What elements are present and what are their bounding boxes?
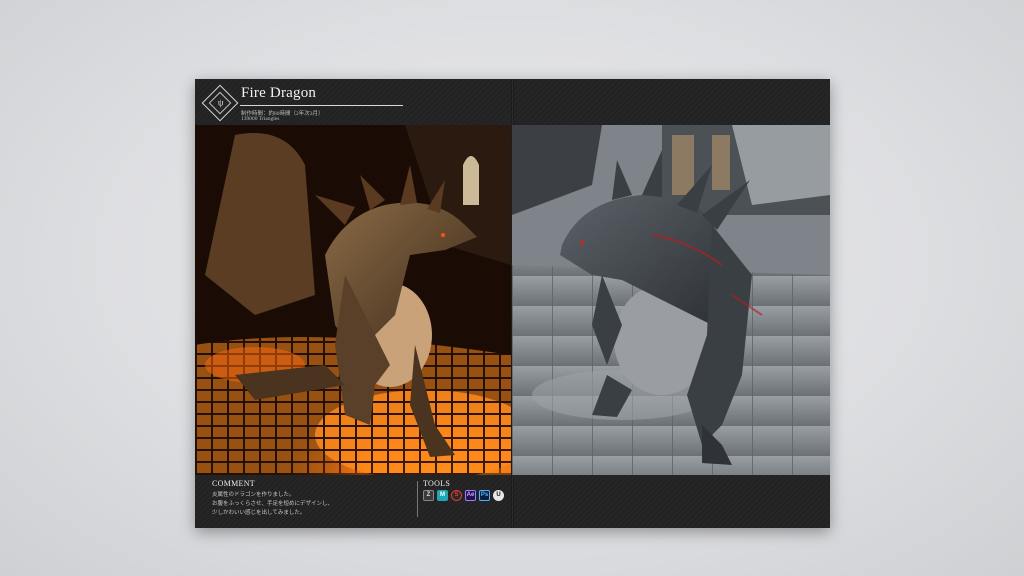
substance-painter-icon: S	[451, 490, 462, 501]
stone-dragon-image	[512, 125, 830, 475]
diamond-logo-icon: ψ	[201, 84, 239, 122]
photoshop-icon: Ps	[479, 490, 490, 501]
tools-heading: TOOLS	[423, 479, 451, 488]
comment-line-3: 少しかわいい感じを出してみました。	[212, 510, 306, 516]
maya-icon: M	[437, 490, 448, 501]
tools-list: Z M S Ae Ps U	[423, 490, 504, 502]
page-title: Fire Dragon	[241, 85, 317, 101]
logo-inner-frame: ψ	[208, 91, 232, 115]
page-footer: COMMENT 炎属性のドラゴンを作りました。 お腹をふっくらさせ、手足を短めに…	[195, 475, 830, 528]
triangle-count: 139000 Triangles	[241, 116, 280, 122]
comment-line-1: 炎属性のドラゴンを作りました。	[212, 492, 295, 498]
tools-divider	[417, 481, 418, 517]
title-underline	[240, 105, 403, 106]
zbrush-icon: Z	[423, 490, 434, 501]
fire-dragon-image	[195, 125, 511, 475]
page-header: ψ Fire Dragon 制作時間：約80時間（2年次3月） 139000 T…	[195, 79, 830, 125]
fire-dragon-render-icon	[195, 125, 511, 475]
comment-line-2: お腹をふっくらさせ、手足を短めにデザインし、	[212, 501, 334, 507]
unreal-engine-icon: U	[493, 490, 504, 501]
comment-heading: COMMENT	[212, 479, 255, 488]
logo-glyph: ψ	[217, 97, 224, 108]
stone-dragon-render-icon	[512, 125, 830, 475]
after-effects-icon: Ae	[465, 490, 476, 501]
portfolio-spread: ψ Fire Dragon 制作時間：約80時間（2年次3月） 139000 T…	[195, 79, 830, 528]
